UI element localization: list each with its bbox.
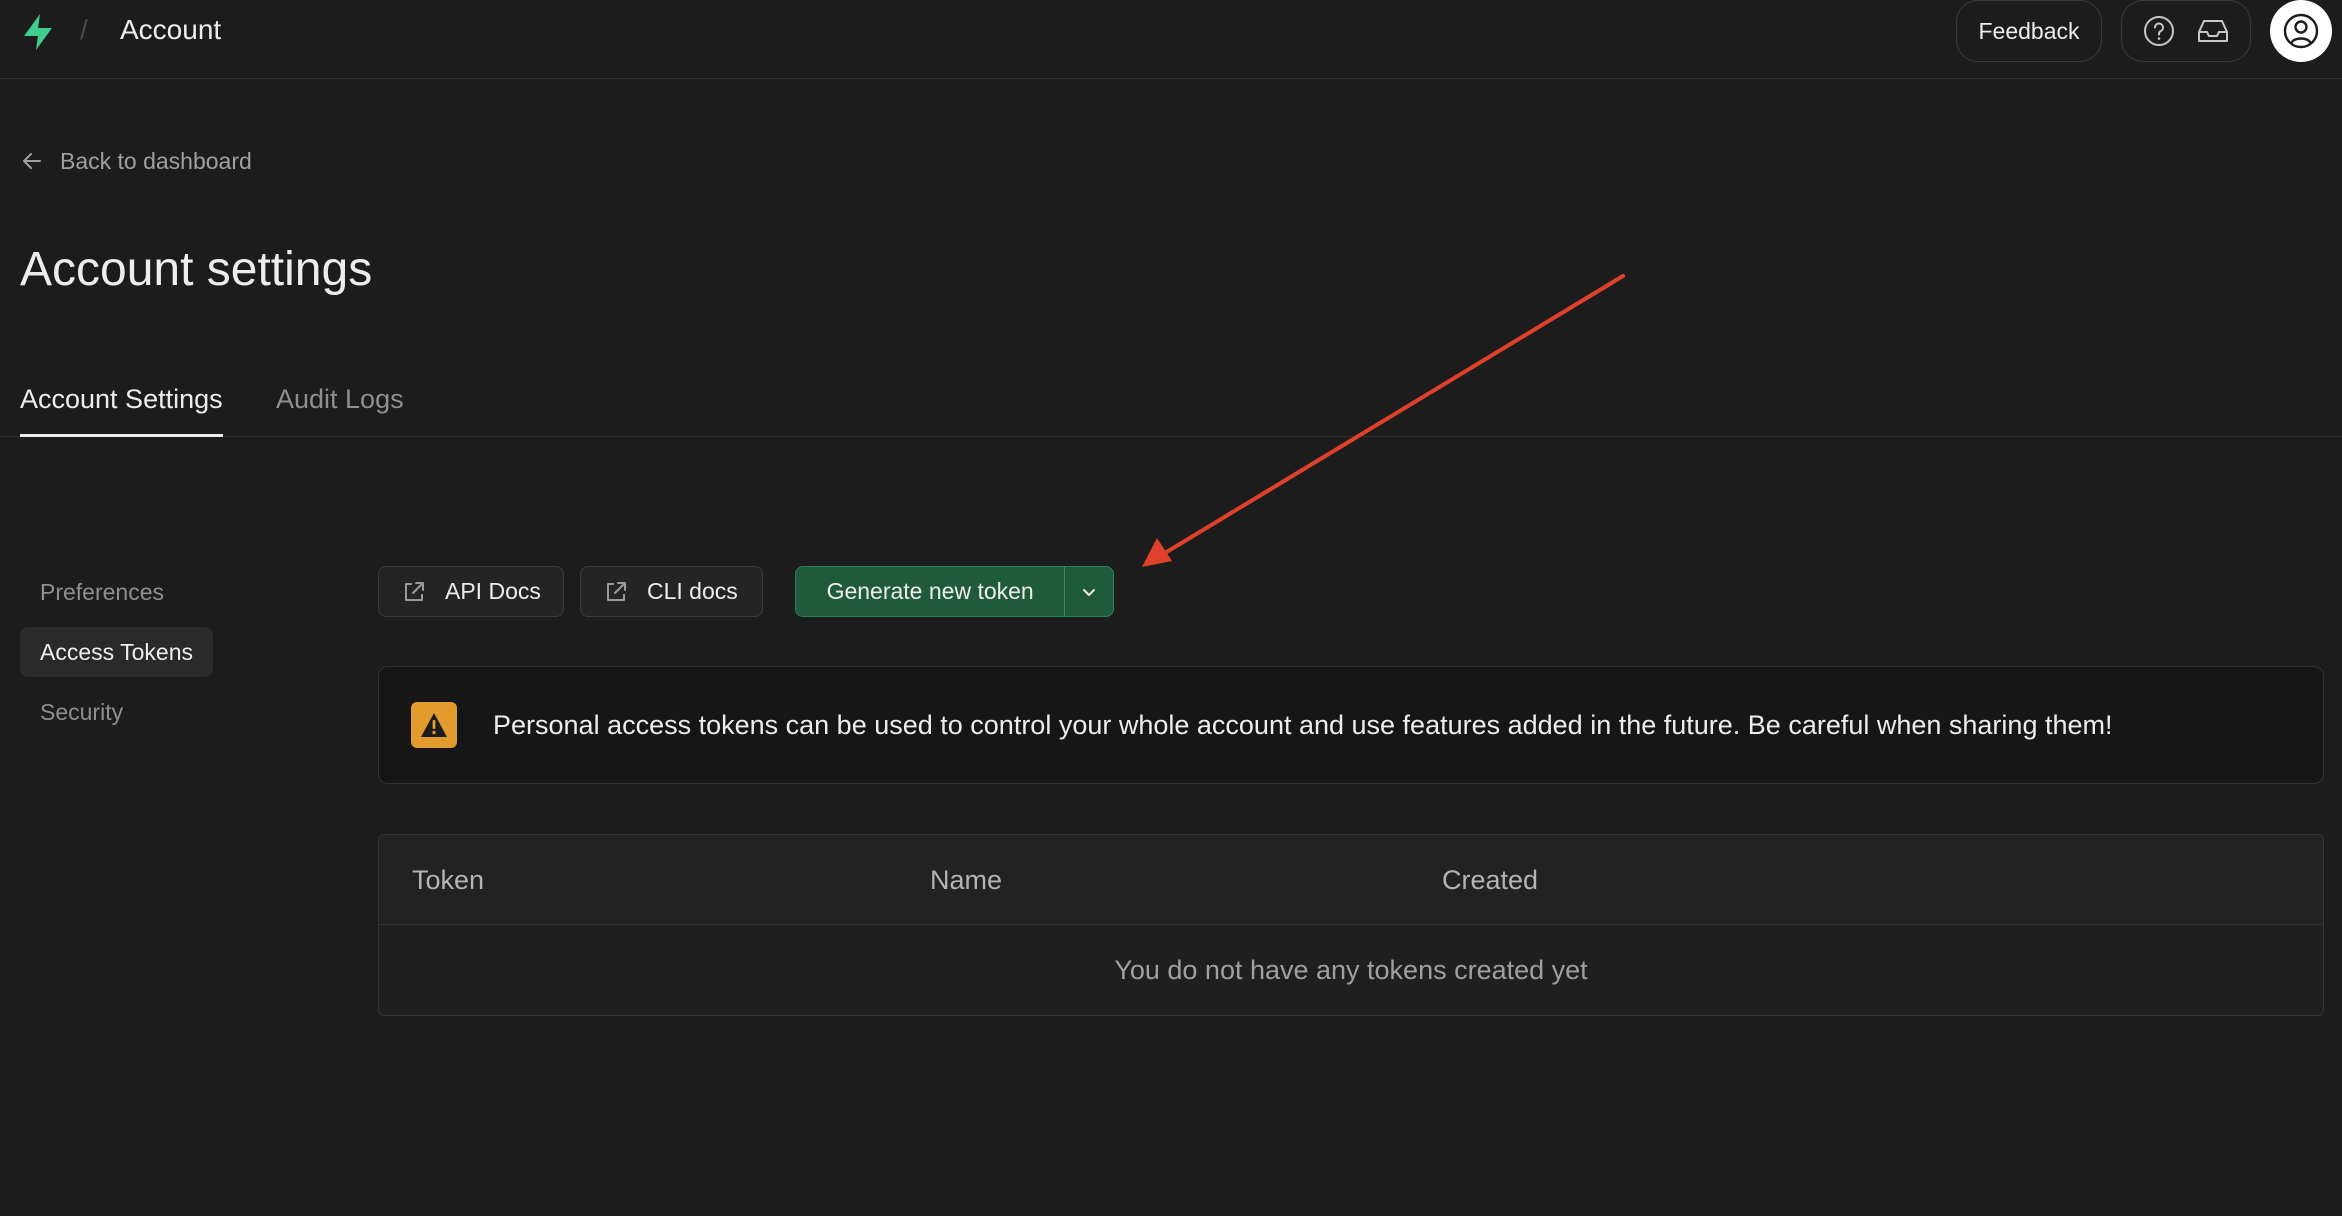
generate-token-split-button: Generate new token	[795, 566, 1114, 617]
user-avatar-button[interactable]	[2270, 0, 2332, 62]
tab-account-settings[interactable]: Account Settings	[20, 380, 223, 437]
arrow-left-icon	[23, 153, 41, 169]
table-header-row: Token Name Created	[379, 835, 2323, 925]
table-empty-message: You do not have any tokens created yet	[1114, 954, 1588, 985]
help-button[interactable]	[2139, 11, 2179, 51]
inbox-icon	[2198, 20, 2228, 42]
sidebar-item-preferences[interactable]: Preferences	[20, 567, 184, 617]
header-icon-group	[2121, 0, 2251, 62]
external-link-icon	[405, 581, 424, 601]
warning-alert-text: Personal access tokens can be used to co…	[493, 709, 2113, 740]
help-icon	[2144, 16, 2174, 46]
supabase-logo-icon[interactable]	[18, 12, 58, 52]
breadcrumb-title[interactable]: Account	[120, 14, 221, 46]
generate-new-token-button[interactable]: Generate new token	[796, 567, 1064, 616]
external-link-icon	[607, 581, 626, 601]
tab-audit-logs[interactable]: Audit Logs	[276, 380, 404, 437]
top-bar: / Account Feedback	[0, 0, 2342, 79]
column-header-name: Name	[930, 865, 1003, 895]
cli-docs-label: CLI docs	[647, 578, 738, 604]
back-link-label: Back to dashboard	[60, 147, 252, 174]
tab-bar: Account Settings Audit Logs	[0, 380, 2342, 437]
api-docs-label: API Docs	[445, 578, 541, 604]
sidebar-item-security[interactable]: Security	[20, 687, 143, 737]
column-header-created: Created	[1442, 865, 1539, 895]
warning-alert: Personal access tokens can be used to co…	[378, 666, 2324, 784]
tokens-table: Token Name Created You do not have any t…	[378, 834, 2324, 1016]
page: / Account Feedback Back to dashboard Acc…	[0, 0, 2342, 1216]
generate-token-dropdown-button[interactable]	[1064, 567, 1113, 616]
page-title: Account settings	[20, 243, 373, 296]
feedback-button[interactable]: Feedback	[1956, 0, 2102, 62]
user-avatar-icon	[2283, 13, 2319, 49]
back-to-dashboard-link[interactable]: Back to dashboard	[20, 144, 252, 178]
api-docs-button[interactable]: API Docs	[378, 566, 564, 617]
warning-icon	[411, 702, 457, 748]
breadcrumb-separator: /	[80, 14, 88, 45]
column-header-token: Token	[412, 865, 485, 895]
inbox-button[interactable]	[2193, 11, 2233, 51]
cli-docs-button[interactable]: CLI docs	[580, 566, 763, 617]
sidebar-item-access-tokens[interactable]: Access Tokens	[20, 627, 213, 677]
annotation-arrow	[1142, 274, 1625, 567]
chevron-down-icon	[1083, 588, 1096, 596]
